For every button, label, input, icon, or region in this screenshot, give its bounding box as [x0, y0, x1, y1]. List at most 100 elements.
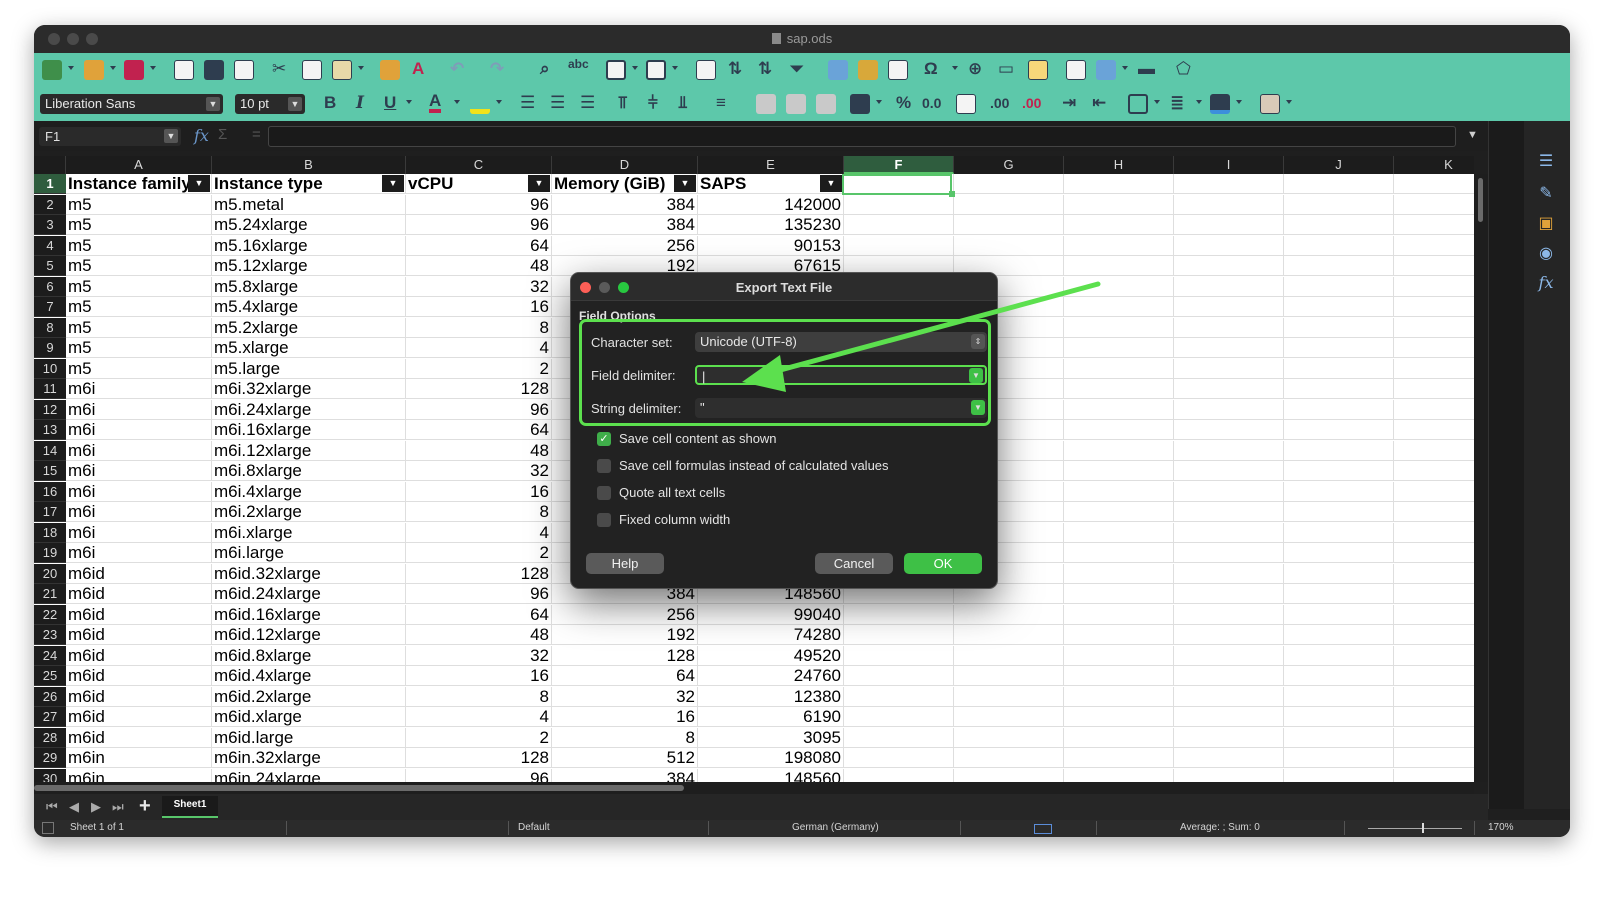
show-draw-functions-icon[interactable]: ⬠ [1176, 59, 1191, 79]
cell[interactable] [1064, 522, 1174, 543]
cell[interactable] [1284, 666, 1394, 686]
cell[interactable] [844, 235, 954, 256]
cell[interactable]: m5.2xlarge [212, 317, 406, 338]
cell[interactable]: 96 [406, 194, 552, 215]
cell[interactable] [954, 666, 1064, 686]
row-header[interactable]: 6 [34, 276, 66, 297]
cell[interactable] [1174, 379, 1284, 399]
print-preview-icon[interactable] [234, 60, 254, 80]
cell[interactable]: 16 [552, 707, 698, 727]
autofilter-dropdown-icon[interactable]: ▼ [674, 175, 696, 192]
cell[interactable] [1394, 543, 1474, 563]
cell[interactable] [1284, 481, 1394, 502]
row-header[interactable]: 14 [34, 440, 66, 461]
cell[interactable] [1064, 256, 1174, 276]
cell[interactable] [1174, 748, 1284, 768]
function-wizard-icon[interactable]: fx [194, 126, 209, 145]
cell[interactable]: m5.large [212, 358, 406, 379]
cell[interactable]: 16 [406, 481, 552, 502]
string-delimiter-combo[interactable]: " ▼ [695, 398, 987, 418]
cell[interactable] [844, 666, 954, 686]
cell[interactable] [1284, 235, 1394, 256]
cell[interactable]: m5.metal [212, 194, 406, 215]
cell[interactable] [1064, 297, 1174, 317]
checkbox[interactable] [597, 486, 611, 500]
row-header[interactable]: 23 [34, 625, 66, 645]
cell[interactable]: m6i.8xlarge [212, 461, 406, 481]
row-header[interactable]: 18 [34, 522, 66, 543]
row-header[interactable]: 4 [34, 235, 66, 256]
cell[interactable] [1394, 400, 1474, 420]
cell[interactable] [1284, 338, 1394, 358]
expand-formula-bar-icon[interactable]: ▼ [1467, 129, 1478, 141]
cell[interactable] [1284, 215, 1394, 235]
cell[interactable] [1394, 625, 1474, 645]
cell[interactable] [1284, 420, 1394, 440]
cell[interactable] [1394, 584, 1474, 604]
cell[interactable] [1394, 174, 1474, 194]
cell[interactable]: 135230 [698, 215, 844, 235]
cell[interactable]: m6i.16xlarge [212, 420, 406, 440]
cell[interactable] [1394, 748, 1474, 768]
cell[interactable]: m6i [66, 543, 212, 563]
cell[interactable]: m5 [66, 297, 212, 317]
cell[interactable] [844, 768, 954, 782]
cell[interactable]: 16 [406, 297, 552, 317]
cell[interactable] [844, 748, 954, 768]
cell[interactable] [1174, 727, 1284, 748]
currency-format-icon[interactable] [850, 94, 870, 114]
row-header[interactable]: 22 [34, 604, 66, 625]
cell[interactable] [1394, 666, 1474, 686]
find-replace-icon[interactable]: ⌕ [540, 59, 550, 79]
column-header-a[interactable]: A [66, 156, 212, 174]
cell[interactable] [1174, 625, 1284, 645]
new-document-icon[interactable] [42, 60, 62, 80]
insert-chart-icon[interactable] [858, 60, 878, 80]
cell[interactable] [1064, 379, 1174, 399]
cell[interactable] [1174, 297, 1284, 317]
cell[interactable] [1394, 461, 1474, 481]
cell[interactable]: m6i [66, 461, 212, 481]
clear-formatting-icon[interactable]: A [412, 59, 424, 79]
cell[interactable]: 32 [552, 686, 698, 707]
cell[interactable]: 96 [406, 768, 552, 782]
cell[interactable]: 96 [406, 399, 552, 420]
cell[interactable] [1064, 727, 1174, 748]
cell[interactable]: m6i.large [212, 543, 406, 563]
delete-decimal-button[interactable]: .00 [1022, 95, 1041, 111]
cell[interactable]: m6id [66, 604, 212, 625]
cell[interactable] [1174, 276, 1284, 297]
cell[interactable]: 8 [406, 502, 552, 522]
cell[interactable] [844, 625, 954, 645]
cell[interactable] [1064, 420, 1174, 440]
cell[interactable] [1284, 379, 1394, 399]
cell[interactable] [954, 174, 1064, 194]
up-down-stepper-icon[interactable]: ⇕ [971, 334, 985, 349]
cell[interactable]: m6i [66, 379, 212, 399]
row-header[interactable]: 1 [34, 174, 66, 194]
define-print-area-icon[interactable] [1066, 60, 1086, 80]
cell[interactable]: 6190 [698, 707, 844, 727]
italic-button[interactable]: I [356, 93, 364, 113]
cell[interactable]: m6i [66, 502, 212, 522]
cell[interactable] [1064, 748, 1174, 768]
cell[interactable] [1174, 420, 1284, 440]
cell[interactable]: m5 [66, 338, 212, 358]
cell[interactable]: 4 [406, 338, 552, 358]
cell[interactable] [1064, 317, 1174, 338]
cell[interactable] [1394, 482, 1474, 502]
cell[interactable]: m5 [66, 235, 212, 256]
cell[interactable]: m5.4xlarge [212, 297, 406, 317]
page-style[interactable]: Default [518, 822, 550, 833]
cell[interactable]: m6i.32xlarge [212, 379, 406, 399]
cell[interactable] [1284, 297, 1394, 317]
cell[interactable]: m5 [66, 358, 212, 379]
row-header[interactable]: 27 [34, 707, 66, 727]
first-sheet-icon[interactable]: ⏮ [46, 799, 58, 815]
cell[interactable] [1284, 563, 1394, 584]
cell[interactable]: 384 [552, 215, 698, 235]
row-header[interactable]: 7 [34, 297, 66, 317]
cell[interactable] [1064, 666, 1174, 686]
cell[interactable]: 16 [406, 666, 552, 686]
cell[interactable]: m6id.large [212, 727, 406, 748]
